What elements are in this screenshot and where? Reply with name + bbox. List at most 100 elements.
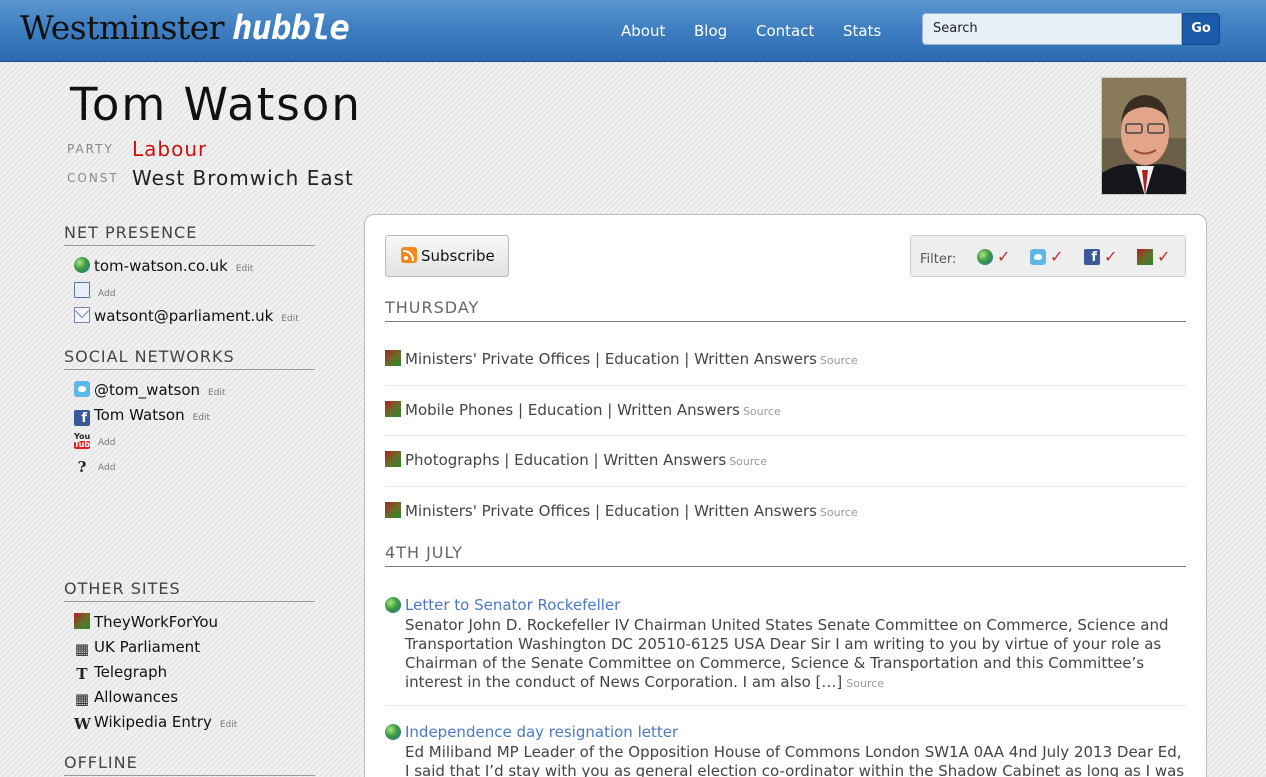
twitter-icon bbox=[1030, 249, 1046, 265]
subscribe-button[interactable]: Subscribe bbox=[385, 235, 509, 277]
filter-label: Filter: bbox=[920, 252, 957, 267]
checkmark-icon: ✓ bbox=[1157, 247, 1171, 266]
theyworkforyou-icon bbox=[385, 502, 401, 518]
entry-excerpt: Ed Miliband MP Leader of the Opposition … bbox=[405, 743, 1185, 777]
top-header: Westminster hubble About Blog Contact Sta… bbox=[0, 0, 1266, 62]
portcullis-icon: ▦ bbox=[74, 690, 90, 708]
edit-link[interactable]: Edit bbox=[220, 720, 237, 730]
portcullis-icon: ▦ bbox=[74, 640, 90, 658]
edit-link[interactable]: Edit bbox=[193, 413, 210, 423]
nav-blog[interactable]: Blog bbox=[694, 22, 727, 40]
mail-icon bbox=[74, 307, 90, 323]
feed-item-title[interactable]: Mobile Phones | Education | Written Answ… bbox=[405, 401, 740, 419]
constituency-label: CONST bbox=[67, 171, 119, 185]
checkmark-icon: ✓ bbox=[1104, 247, 1118, 266]
edit-link[interactable]: Edit bbox=[281, 314, 298, 324]
filter-theyworkforyou-toggle[interactable]: ✓ bbox=[1137, 247, 1177, 266]
facebook-link[interactable]: Tom Watson bbox=[94, 406, 185, 424]
rss-icon bbox=[401, 247, 417, 263]
feed-item-title[interactable]: Ministers' Private Offices | Education |… bbox=[405, 502, 817, 520]
allowances-link[interactable]: Allowances bbox=[94, 688, 178, 706]
entry-title-link[interactable]: Letter to Senator Rockefeller bbox=[405, 596, 620, 614]
offline-heading: OFFLINE bbox=[64, 753, 315, 776]
other-telegraph: T Telegraph bbox=[74, 663, 167, 683]
twitter-link[interactable]: @tom_watson bbox=[94, 381, 200, 399]
nav-stats[interactable]: Stats bbox=[843, 22, 881, 40]
globe-icon bbox=[385, 724, 401, 740]
day-heading: THURSDAY bbox=[385, 298, 1186, 322]
net-presence-heading: NET PRESENCE bbox=[64, 223, 315, 246]
question-icon: ? bbox=[77, 458, 87, 476]
social-facebook: f Tom Watson Edit bbox=[74, 406, 210, 426]
filter-web-toggle[interactable]: ✓ bbox=[977, 247, 1017, 266]
wikipedia-icon: W bbox=[74, 715, 91, 733]
logo-hubble: hubble bbox=[232, 8, 350, 48]
feed-item: Ministers' Private Offices | Education |… bbox=[385, 502, 1186, 530]
add-link[interactable]: Add bbox=[98, 289, 115, 299]
youtube-icon: You Tube bbox=[74, 432, 96, 449]
social-networks-heading: SOCIAL NETWORKS bbox=[64, 347, 315, 370]
mp-name: Tom Watson bbox=[70, 78, 362, 131]
constituency-value: West Bromwich East bbox=[132, 166, 354, 190]
telegraph-link[interactable]: Telegraph bbox=[94, 663, 167, 681]
filter-bar: Filter: ✓ ✓ f ✓ ✓ bbox=[910, 235, 1186, 277]
source-link[interactable]: Source bbox=[743, 405, 781, 418]
theyworkforyou-icon bbox=[1137, 249, 1153, 265]
feed-item: Photographs | Education | Written Answer… bbox=[385, 451, 1186, 487]
net-presence-book: Add bbox=[74, 282, 115, 302]
wikipedia-link[interactable]: Wikipedia Entry bbox=[94, 713, 212, 731]
checkmark-icon: ✓ bbox=[1050, 247, 1064, 266]
website-link[interactable]: tom-watson.co.uk bbox=[94, 257, 228, 275]
globe-icon bbox=[385, 597, 401, 613]
globe-icon bbox=[977, 249, 993, 265]
filter-facebook-toggle[interactable]: f ✓ bbox=[1084, 247, 1124, 266]
net-presence-email: watsont@parliament.uk Edit bbox=[74, 307, 299, 327]
globe-icon bbox=[74, 257, 90, 273]
feed-item: Mobile Phones | Education | Written Answ… bbox=[385, 401, 1186, 436]
day-heading: 4TH JULY bbox=[385, 543, 1186, 567]
theyworkforyou-icon bbox=[74, 613, 90, 629]
checkmark-icon: ✓ bbox=[997, 247, 1011, 266]
blog-entry: Letter to Senator Rockefeller Senator Jo… bbox=[385, 596, 1186, 706]
feed-item: Ministers' Private Offices | Education |… bbox=[385, 350, 1186, 386]
add-link[interactable]: Add bbox=[98, 438, 115, 448]
entry-excerpt-text: Senator John D. Rockefeller IV Chairman … bbox=[405, 616, 1169, 691]
search-input[interactable]: Search bbox=[922, 13, 1182, 45]
telegraph-icon: T bbox=[76, 665, 88, 683]
feed-item-title[interactable]: Ministers' Private Offices | Education |… bbox=[405, 350, 817, 368]
theyworkforyou-icon bbox=[385, 401, 401, 417]
email-link[interactable]: watsont@parliament.uk bbox=[94, 307, 273, 325]
twitter-icon bbox=[74, 381, 90, 397]
book-icon bbox=[74, 282, 90, 298]
source-link[interactable]: Source bbox=[820, 354, 858, 367]
facebook-icon: f bbox=[74, 410, 90, 426]
net-presence-website: tom-watson.co.uk Edit bbox=[74, 257, 253, 277]
theyworkforyou-icon bbox=[385, 350, 401, 366]
party-label: PARTY bbox=[67, 142, 114, 156]
source-link[interactable]: Source bbox=[729, 455, 767, 468]
other-allowances: ▦ Allowances bbox=[74, 688, 178, 708]
entry-title-link[interactable]: Independence day resignation letter bbox=[405, 723, 678, 741]
party-value[interactable]: Labour bbox=[132, 137, 207, 161]
nav-about[interactable]: About bbox=[621, 22, 665, 40]
social-unknown: ? Add bbox=[74, 456, 116, 476]
facebook-icon: f bbox=[1084, 249, 1100, 265]
theyworkforyou-link[interactable]: TheyWorkForYou bbox=[94, 613, 218, 631]
source-link[interactable]: Source bbox=[846, 677, 884, 690]
nav-contact[interactable]: Contact bbox=[756, 22, 814, 40]
social-twitter: @tom_watson Edit bbox=[74, 381, 225, 401]
other-uk-parliament: ▦ UK Parliament bbox=[74, 638, 200, 658]
site-logo[interactable]: Westminster hubble bbox=[20, 8, 350, 48]
search-go-button[interactable]: Go bbox=[1182, 13, 1220, 45]
edit-link[interactable]: Edit bbox=[208, 388, 225, 398]
source-link[interactable]: Source bbox=[820, 506, 858, 519]
subscribe-label: Subscribe bbox=[421, 247, 495, 265]
filter-twitter-toggle[interactable]: ✓ bbox=[1030, 247, 1070, 266]
edit-link[interactable]: Edit bbox=[236, 264, 253, 274]
uk-parliament-link[interactable]: UK Parliament bbox=[94, 638, 200, 656]
mp-photo bbox=[1101, 77, 1187, 195]
theyworkforyou-icon bbox=[385, 451, 401, 467]
logo-westminster: Westminster bbox=[20, 8, 225, 47]
add-link[interactable]: Add bbox=[98, 463, 115, 473]
feed-item-title[interactable]: Photographs | Education | Written Answer… bbox=[405, 451, 726, 469]
